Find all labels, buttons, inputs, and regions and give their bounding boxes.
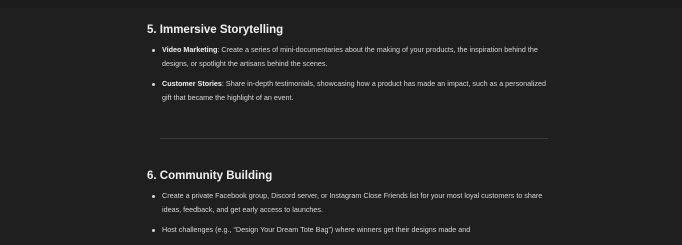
- section-heading: 5. Immersive Storytelling: [147, 24, 284, 36]
- chat-response-view: 5. Immersive Storytelling Video Marketin…: [0, 0, 682, 245]
- section-divider: [160, 138, 548, 139]
- bullet-list: Create a private Facebook group, Discord…: [147, 189, 547, 237]
- bullet-icon: [152, 195, 155, 198]
- section-community-building: 6. Community Building Create a private F…: [147, 170, 547, 243]
- bullet-icon: [152, 83, 155, 86]
- list-item: Create a private Facebook group, Discord…: [147, 189, 547, 217]
- list-item: Host challenges (e.g., “Design Your Drea…: [147, 223, 547, 237]
- item-label: Customer Stories: [162, 79, 222, 88]
- section-immersive-storytelling: 5. Immersive Storytelling Video Marketin…: [147, 24, 547, 111]
- bullet-list: Video Marketing: Create a series of mini…: [147, 43, 547, 105]
- top-bar: [0, 0, 682, 8]
- list-item: Video Marketing: Create a series of mini…: [147, 43, 547, 71]
- item-text: : Create a series of mini-documentaries …: [162, 45, 538, 68]
- item-text: Create a private Facebook group, Discord…: [162, 191, 543, 214]
- list-item: Customer Stories: Share in-depth testimo…: [147, 77, 547, 105]
- item-label: Video Marketing: [162, 45, 218, 54]
- bullet-icon: [152, 49, 155, 52]
- item-text: Host challenges (e.g., “Design Your Drea…: [162, 225, 471, 234]
- section-heading: 6. Community Building: [147, 170, 273, 182]
- bullet-icon: [152, 229, 155, 232]
